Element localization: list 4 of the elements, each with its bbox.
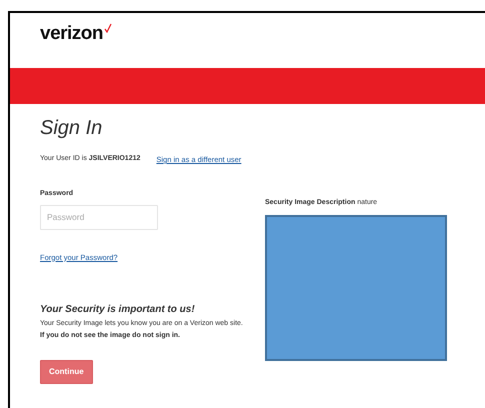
page-title: Sign In	[40, 116, 104, 140]
password-field[interactable]: Password	[40, 204, 158, 230]
logo: verizon	[40, 23, 104, 44]
security-heading: Your Security is important to us!	[40, 302, 196, 317]
